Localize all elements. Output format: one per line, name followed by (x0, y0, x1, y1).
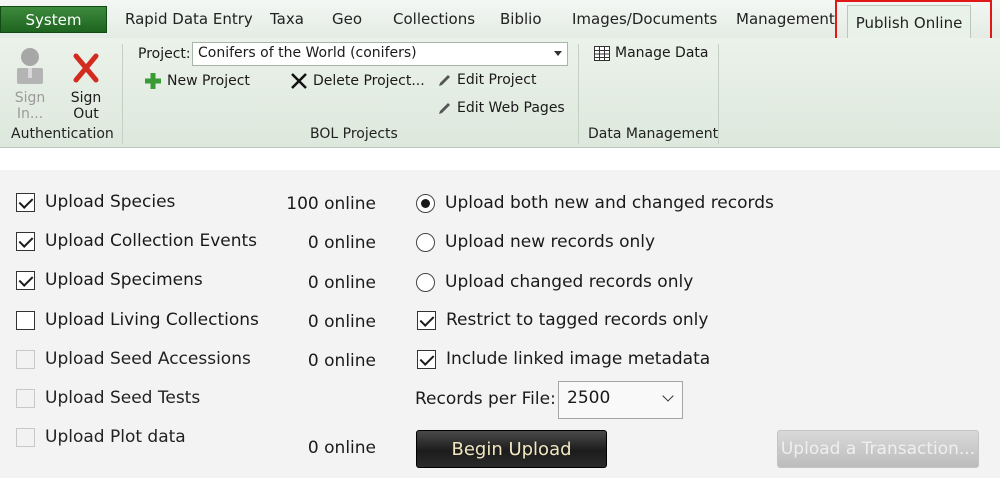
delete-project-label: Delete Project... (313, 73, 425, 89)
new-project-label: New Project (167, 73, 250, 89)
tab-biblio[interactable]: Biblio (500, 10, 542, 28)
project-label: Project: (138, 46, 191, 62)
tab-publish-online[interactable]: Publish Online (847, 5, 971, 39)
checkbox-box[interactable] (16, 270, 35, 290)
checkbox-box[interactable] (16, 231, 35, 251)
checkbox-box[interactable] (16, 192, 35, 212)
radio-circle[interactable] (416, 232, 435, 252)
tab-images-documents[interactable]: Images/Documents (572, 10, 717, 28)
begin-upload-button[interactable]: Begin Upload (416, 430, 607, 468)
dropdown-arrow-icon (554, 51, 562, 56)
upload-living-collections-count: 0 online (307, 312, 376, 332)
upload-seed-tests-checkbox: Upload Seed Tests (16, 388, 200, 408)
delete-project-button[interactable]: Delete Project... (290, 72, 425, 90)
upload-specimens-label: Upload Specimens (45, 270, 203, 290)
app-window: System Rapid Data Entry Taxa Geo Collect… (0, 0, 1000, 478)
upload-living-collections-label: Upload Living Collections (45, 310, 259, 330)
edit-web-pages-button[interactable]: Edit Web Pages (437, 100, 565, 116)
table-grid-icon (594, 45, 610, 61)
bol-projects-group-label: BOL Projects (310, 126, 398, 142)
checkbox-box[interactable] (16, 310, 35, 330)
edit-web-pages-label: Edit Web Pages (457, 100, 565, 116)
ribbon-separator (578, 44, 579, 144)
radio-circle[interactable] (416, 272, 435, 292)
upload-species-label: Upload Species (45, 192, 176, 212)
data-management-group-label: Data Management (588, 126, 719, 142)
radio-upload-both-label: Upload both new and changed records (445, 193, 774, 213)
records-per-file-dropdown[interactable]: 2500 (558, 381, 683, 419)
upload-collection-events-count: 0 online (307, 233, 376, 253)
sign-in-label-2: In... (16, 106, 44, 122)
radio-upload-new[interactable]: Upload new records only (416, 232, 655, 252)
pencil-icon (439, 74, 450, 86)
sign-in-button[interactable]: Sign In... (10, 46, 50, 122)
checkbox-box[interactable] (417, 349, 436, 369)
upload-seed-accessions-label: Upload Seed Accessions (45, 349, 251, 369)
radio-circle[interactable] (416, 193, 435, 213)
records-per-file-value: 2500 (567, 388, 611, 408)
upload-transaction-button: Upload a Transaction... (777, 430, 979, 468)
project-dropdown[interactable]: Conifers of the World (conifers) (192, 42, 568, 66)
system-menu-button[interactable]: System (0, 6, 107, 33)
sign-out-label-1: Sign (70, 90, 102, 106)
upload-seed-tests-label: Upload Seed Tests (45, 388, 201, 408)
close-icon (73, 53, 99, 83)
checkbox-box[interactable] (417, 310, 436, 330)
delete-x-icon (291, 73, 307, 89)
chevron-down-icon (662, 390, 674, 402)
upload-species-checkbox[interactable]: Upload Species (16, 192, 175, 212)
upload-collection-events-checkbox[interactable]: Upload Collection Events (16, 231, 257, 251)
radio-upload-new-label: Upload new records only (445, 232, 656, 252)
upload-plot-data-count: 0 online (307, 438, 376, 458)
restrict-tagged-checkbox[interactable]: Restrict to tagged records only (417, 310, 708, 330)
ribbon-separator (122, 44, 123, 144)
tab-strip: System Rapid Data Entry Taxa Geo Collect… (0, 0, 1000, 39)
authentication-group-label: Authentication (11, 126, 114, 142)
upload-specimens-checkbox[interactable]: Upload Specimens (16, 270, 203, 290)
manage-data-label: Manage Data (615, 45, 709, 61)
ribbon-separator (718, 44, 719, 144)
sign-out-button[interactable]: Sign Out (66, 50, 106, 122)
manage-data-button[interactable]: Manage Data (594, 45, 709, 61)
restrict-tagged-label: Restrict to tagged records only (446, 310, 709, 330)
include-images-label: Include linked image metadata (446, 349, 711, 369)
tab-rapid-data-entry[interactable]: Rapid Data Entry (125, 10, 253, 28)
upload-collection-events-label: Upload Collection Events (45, 231, 258, 251)
tab-taxa[interactable]: Taxa (270, 10, 304, 28)
edit-project-label: Edit Project (457, 72, 537, 88)
edit-project-button[interactable]: Edit Project (437, 72, 536, 88)
upload-living-collections-checkbox[interactable]: Upload Living Collections (16, 310, 259, 330)
plus-icon (145, 73, 161, 89)
tab-management[interactable]: Management (736, 10, 835, 28)
ribbon: Sign In... Sign Out Authentication Proje… (0, 38, 1000, 148)
user-icon (17, 48, 43, 84)
records-per-file-label: Records per File: (415, 389, 556, 409)
upload-plot-data-label: Upload Plot data (45, 427, 186, 447)
upload-specimens-count: 0 online (307, 273, 376, 293)
tab-geo[interactable]: Geo (332, 10, 362, 28)
new-project-button[interactable]: New Project (144, 72, 250, 90)
radio-upload-both[interactable]: Upload both new and changed records (416, 193, 774, 213)
checkbox-box (16, 349, 35, 369)
upload-seed-accessions-count: 0 online (307, 351, 376, 371)
radio-upload-changed-label: Upload changed records only (445, 272, 694, 292)
pencil-icon (439, 102, 450, 114)
radio-upload-changed[interactable]: Upload changed records only (416, 272, 693, 292)
sign-out-label-2: Out (73, 106, 99, 122)
include-images-checkbox[interactable]: Include linked image metadata (417, 349, 710, 369)
ribbon-bottom-band (0, 148, 1000, 170)
upload-species-count: 100 online (286, 194, 376, 214)
upload-plot-data-checkbox: Upload Plot data (16, 427, 186, 447)
checkbox-box (16, 427, 35, 447)
project-dropdown-value: Conifers of the World (conifers) (198, 45, 417, 61)
sign-in-label-1: Sign (14, 90, 46, 106)
checkbox-box (16, 388, 35, 408)
tab-collections[interactable]: Collections (393, 10, 475, 28)
upload-seed-accessions-checkbox: Upload Seed Accessions (16, 349, 251, 369)
